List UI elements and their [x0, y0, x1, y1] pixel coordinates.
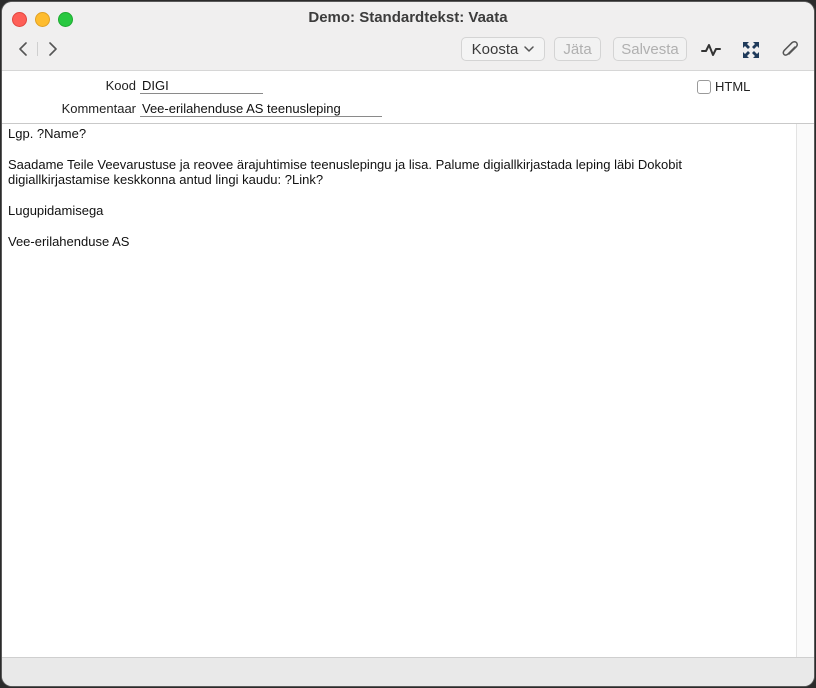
editor-line: Vee-erilahenduse AS — [8, 234, 130, 249]
salvesta-button[interactable]: Salvesta — [613, 37, 687, 61]
text-editor[interactable]: Lgp. ?Name? Saadame Teile Veevarustuse j… — [2, 124, 796, 657]
html-checkbox[interactable] — [697, 80, 711, 94]
kommentaar-field[interactable]: Vee-erilahenduse AS teenusleping — [140, 100, 382, 117]
expand-icon — [743, 42, 759, 58]
kood-field[interactable]: DIGI — [140, 77, 263, 94]
header-form: Kood DIGI Kommentaar Vee-erilahenduse AS… — [2, 71, 814, 124]
chevron-left-icon — [19, 42, 27, 56]
attach-button[interactable] — [779, 38, 803, 62]
html-checkbox-label: HTML — [715, 79, 751, 94]
activity-icon — [701, 44, 721, 56]
koosta-dropdown-button[interactable]: Koosta — [461, 37, 545, 61]
editor-line: digiallkirjastamise keskkonna antud ling… — [8, 172, 324, 187]
editor-line: Lgp. ?Name? — [8, 126, 87, 141]
editor-scrollbar[interactable] — [796, 124, 814, 657]
back-button[interactable] — [12, 38, 34, 60]
paperclip-icon — [782, 40, 798, 56]
status-bar — [2, 657, 814, 686]
titlebar: Demo: Standardtekst: Vaata Koosta Jäta S… — [2, 2, 814, 71]
window-title: Demo: Standardtekst: Vaata — [308, 9, 508, 26]
kood-label: Kood — [105, 78, 136, 93]
chevron-right-icon — [49, 42, 57, 56]
activity-button[interactable] — [699, 38, 723, 62]
chevron-down-icon — [524, 45, 535, 52]
koosta-label: Koosta — [471, 40, 519, 58]
editor-line: Saadame Teile Veevarustuse ja reovee ära… — [8, 157, 682, 172]
kommentaar-label: Kommentaar — [61, 101, 136, 116]
app-window: Demo: Standardtekst: Vaata Koosta Jäta S… — [2, 2, 814, 686]
expand-button[interactable] — [739, 38, 763, 62]
forward-button[interactable] — [42, 38, 64, 60]
editor-line: Lugupidamisega — [8, 203, 104, 218]
nav-divider — [37, 42, 38, 56]
jata-button[interactable]: Jäta — [554, 37, 601, 61]
